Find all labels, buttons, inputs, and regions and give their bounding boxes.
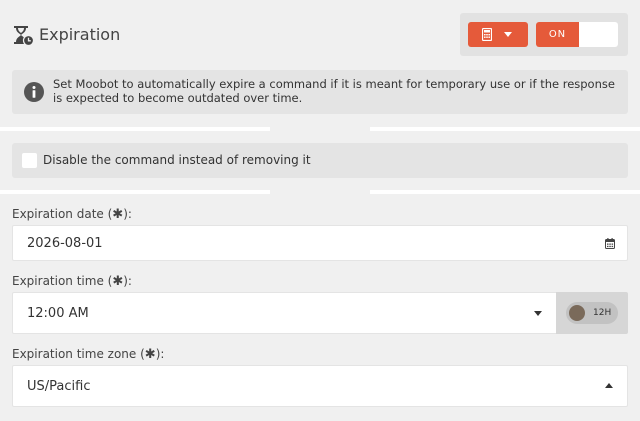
expiration-time-label: Expiration time (✱): — [12, 274, 132, 289]
divider-line — [0, 190, 270, 194]
expiration-date-label: Expiration date (✱): — [12, 207, 132, 222]
expiration-timezone-label: Expiration time zone (✱): — [12, 347, 165, 362]
divider-line — [370, 127, 640, 131]
chevron-down-icon — [504, 32, 512, 37]
calculator-icon — [482, 28, 492, 41]
expiration-timezone-select[interactable]: US/Pacific — [12, 365, 628, 407]
expiration-toggle[interactable]: ON — [536, 22, 618, 47]
expiration-timezone-value: US/Pacific — [27, 379, 91, 394]
required-icon: ✱ — [144, 347, 156, 362]
expiration-time-value: 12:00 AM — [27, 306, 89, 321]
disable-command-option[interactable]: Disable the command instead of removing … — [12, 143, 628, 178]
expiration-header: Expiration ON — [0, 0, 640, 66]
calendar-icon[interactable] — [605, 238, 615, 249]
required-icon: ✱ — [112, 207, 124, 222]
time-format-toggle[interactable]: 12H — [566, 302, 618, 324]
section-title: Expiration — [39, 25, 121, 44]
hourglass-clock-icon — [14, 26, 34, 46]
chevron-down-icon — [534, 311, 542, 316]
required-icon: ✱ — [112, 274, 124, 289]
disable-command-label: Disable the command instead of removing … — [43, 153, 311, 167]
info-text: Set Moobot to automatically expire a com… — [53, 77, 615, 105]
toggle-knob — [569, 305, 585, 321]
divider-line — [370, 190, 640, 194]
info-icon — [24, 82, 44, 102]
time-format-addon: 12H — [556, 292, 628, 334]
toggle-on-label: ON — [536, 22, 579, 47]
time-format-label: 12H — [593, 308, 612, 318]
disable-command-checkbox[interactable] — [22, 153, 37, 168]
expiration-time-select[interactable]: 12:00 AM — [12, 292, 557, 334]
info-box: Set Moobot to automatically expire a com… — [12, 70, 628, 114]
expiration-date-input[interactable]: 2026-08-01 — [12, 225, 628, 261]
divider-line — [0, 127, 270, 131]
expiration-controls: ON — [460, 13, 628, 56]
mode-dropdown-button[interactable] — [468, 22, 528, 47]
expiration-date-value: 2026-08-01 — [27, 236, 103, 251]
chevron-up-icon — [605, 383, 613, 388]
